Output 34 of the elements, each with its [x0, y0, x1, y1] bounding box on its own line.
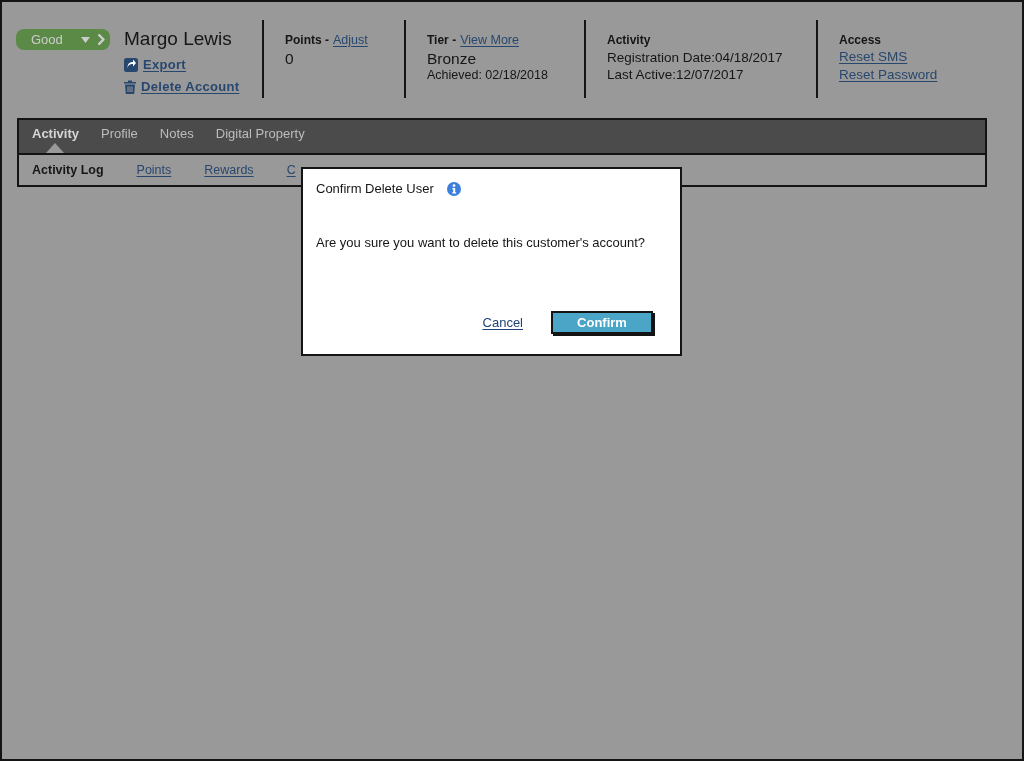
activity-date-text: Registration Date:04/18/2017	[607, 50, 783, 67]
tab[interactable]: Notes	[148, 120, 205, 153]
section-heading: Access	[839, 33, 882, 47]
section-value: Bronze	[427, 50, 477, 68]
dialog-message: Are you sure you want to delete this customer's account?	[316, 235, 647, 250]
section-link[interactable]: View More	[460, 33, 519, 47]
subtab[interactable]: Points	[136, 163, 172, 177]
trash-icon	[124, 80, 136, 94]
subtab[interactable]: Rewards	[204, 163, 254, 177]
section-heading: Tier -	[427, 33, 457, 47]
subtab[interactable]: Activity Log	[32, 163, 104, 177]
delete-account-link[interactable]: Delete Account	[141, 79, 240, 95]
export-link[interactable]: Export	[143, 57, 186, 73]
tab[interactable]: Digital Property	[204, 120, 316, 153]
access-link[interactable]: Reset SMS	[839, 49, 938, 65]
caret-down-icon	[81, 36, 90, 43]
activity-date-text: Last Active:12/07/2017	[607, 66, 745, 83]
section-value: 0	[285, 50, 294, 68]
subtab[interactable]: C	[286, 163, 296, 177]
status-dropdown[interactable]: Good	[16, 29, 110, 50]
cancel-link[interactable]: Cancel	[482, 315, 523, 330]
access-link[interactable]: Reset Password	[839, 67, 938, 83]
tab[interactable]: Activity	[21, 120, 90, 153]
share-arrow-icon	[124, 58, 138, 72]
section-heading: Points -	[285, 33, 329, 47]
chevron-right-icon	[98, 34, 105, 45]
section-link[interactable]: Adjust	[333, 33, 368, 47]
section-heading: Activity	[607, 33, 651, 47]
tab[interactable]: Profile	[89, 120, 149, 153]
confirm-button[interactable]: Confirm	[551, 311, 653, 334]
info-icon	[446, 182, 461, 196]
section-detail: Achieved: 02/18/2018	[427, 68, 548, 83]
customer-name: Margo Lewis	[124, 29, 232, 49]
dialog-title: Confirm Delete User	[316, 182, 434, 196]
